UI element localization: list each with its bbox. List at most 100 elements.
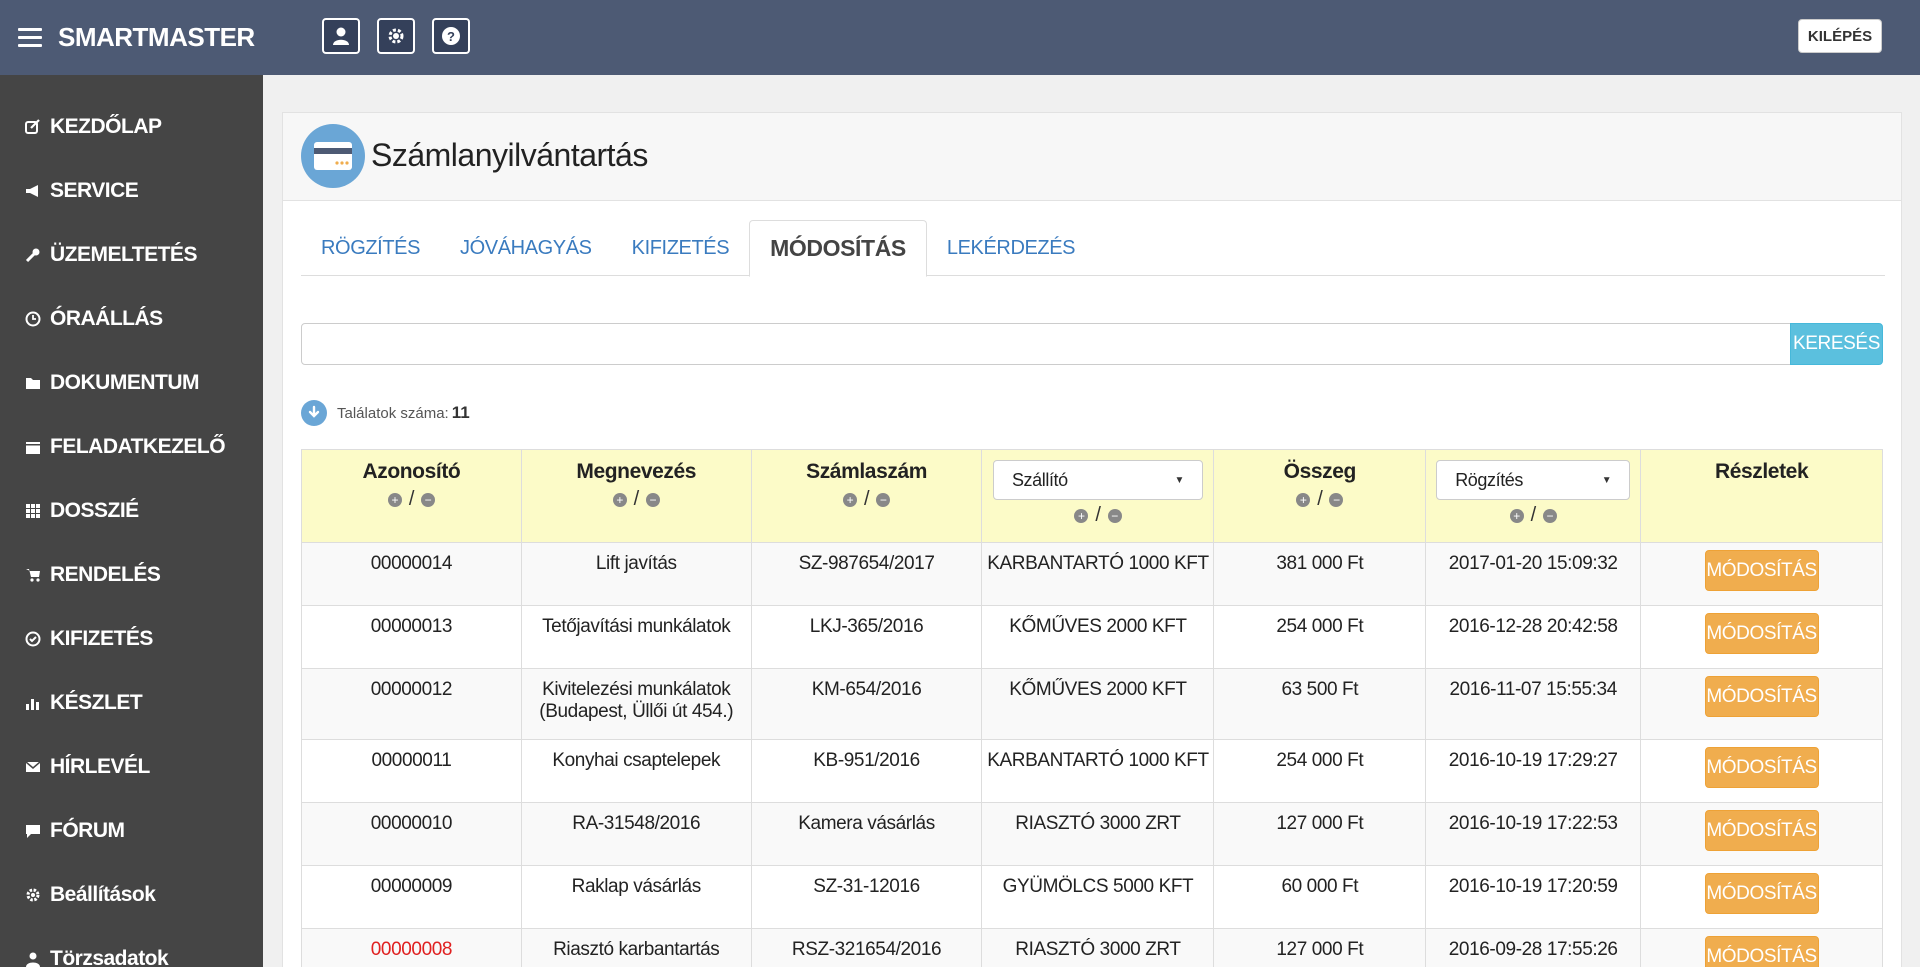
tab[interactable]: KIFIZETÉS [612, 220, 750, 276]
tab[interactable]: LEKÉRDEZÉS [927, 220, 1095, 276]
sidebar-item[interactable]: FÓRUM [0, 799, 263, 863]
sidebar-item[interactable]: ÓRAÁLLÁS [0, 287, 263, 351]
sort-controls: + / − [302, 488, 521, 511]
search-input[interactable] [301, 323, 1791, 365]
modify-button[interactable]: MÓDOSÍTÁS [1704, 550, 1819, 591]
sidebar-item-label: SERVICE [50, 179, 139, 202]
user-profile-button[interactable] [322, 18, 360, 54]
cell-id: 00000013 [301, 605, 522, 669]
sort-asc-icon[interactable]: + [842, 492, 857, 507]
cell-name: Raklap vásárlás [520, 865, 752, 929]
cell-name: Riasztó karbantartás [520, 928, 752, 967]
chevron-down-icon: ▼ [1601, 474, 1612, 486]
table-row: 00000011 Konyhai csaptelepek KB-951/2016 KA… [301, 739, 1883, 803]
sidebar-item[interactable]: DOKUMENTUM [0, 351, 263, 415]
sidebar-item[interactable]: FELADATKEZELŐ [0, 415, 263, 479]
cell-name: Lift javítás [520, 542, 752, 606]
tab[interactable]: RÖGZÍTÉS [301, 220, 440, 276]
sidebar-item[interactable]: Törzsadatok [0, 927, 263, 967]
sort-desc-icon[interactable]: − [1542, 508, 1557, 523]
cell-invoice: Kamera vásárlás [750, 802, 983, 866]
modify-button[interactable]: MÓDOSÍTÁS [1704, 747, 1819, 788]
cell-id: 00000012 [301, 668, 522, 740]
cell-amount: 254 000 Ft [1213, 605, 1427, 669]
sort-desc-icon[interactable]: − [1107, 508, 1122, 523]
sort-asc-icon[interactable]: + [1296, 492, 1311, 507]
tab[interactable]: JÓVÁHAGYÁS [440, 220, 612, 276]
invoice-table: Azonosító + / − Megnevezés + / − Számlaszám … [301, 449, 1883, 967]
sort-asc-icon[interactable]: + [387, 492, 402, 507]
sidebar-item[interactable]: HÍRLEVÉL [0, 735, 263, 799]
cell-supplier: KŐMŰVES 2000 KFT [981, 668, 1215, 740]
envelope-icon [24, 758, 42, 776]
cell-recorded: 2016-10-19 17:22:53 [1425, 802, 1642, 866]
logout-button[interactable]: KILÉPÉS [1798, 19, 1882, 53]
modify-button[interactable]: MÓDOSÍTÁS [1704, 676, 1819, 717]
top-bar: SMARTMASTER ? KILÉPÉS [0, 0, 1920, 75]
sort-desc-icon[interactable]: − [645, 492, 660, 507]
modify-button[interactable]: MÓDOSÍTÁS [1704, 613, 1819, 654]
folder-icon [24, 374, 42, 392]
modify-button[interactable]: MÓDOSÍTÁS [1704, 936, 1819, 967]
sidebar-item-label: Beállítások [50, 883, 156, 906]
supplier-filter-select[interactable]: Szállító ▼ [992, 460, 1203, 500]
cell-name-line: Kivitelezési munkálatok [542, 679, 731, 700]
sort-asc-icon[interactable]: + [612, 492, 627, 507]
cell-details: MÓDOSÍTÁS [1640, 739, 1883, 803]
modify-button[interactable]: MÓDOSÍTÁS [1704, 873, 1819, 914]
column-header-amount: Összeg + / − [1213, 449, 1427, 543]
page-header: Számlanyilvántartás [283, 113, 1901, 201]
cell-id: 00000014 [301, 542, 522, 606]
sidebar-item-label: DOSSZIÉ [50, 499, 139, 522]
help-button[interactable]: ? [432, 18, 470, 54]
cell-invoice: SZ-31-12016 [750, 865, 983, 929]
sidebar-item-label: RENDELÉS [50, 563, 161, 586]
sidebar-item[interactable]: Beállítások [0, 863, 263, 927]
tab[interactable]: MÓDOSÍTÁS [749, 220, 927, 277]
cell-id: 00000009 [301, 865, 522, 929]
cell-invoice: LKJ-365/2016 [750, 605, 983, 669]
sidebar-item[interactable]: SERVICE [0, 159, 263, 223]
wrench-icon [24, 246, 42, 264]
cell-recorded: 2017-01-20 15:09:32 [1425, 542, 1642, 606]
sidebar-item[interactable]: DOSSZIÉ [0, 479, 263, 543]
modify-button[interactable]: MÓDOSÍTÁS [1704, 810, 1819, 851]
sort-asc-icon[interactable]: + [1509, 508, 1524, 523]
cell-id: 00000010 [301, 802, 522, 866]
cell-recorded: 2016-10-19 17:29:27 [1425, 739, 1642, 803]
sort-asc-icon[interactable]: + [1074, 508, 1089, 523]
sidebar-item[interactable]: ÜZEMELTETÉS [0, 223, 263, 287]
main-panel: Számlanyilvántartás RÖGZÍTÉS JÓVÁHAGYÁS KI… [282, 112, 1902, 967]
sidebar-item-label: KEZDŐLAP [50, 115, 162, 138]
comment-icon [24, 822, 42, 840]
credit-card-icon [301, 124, 365, 188]
sort-desc-icon[interactable]: − [1329, 492, 1344, 507]
sort-desc-icon[interactable]: − [420, 492, 435, 507]
download-icon[interactable] [301, 400, 327, 426]
chevron-down-icon: ▼ [1174, 474, 1184, 486]
clock-icon [24, 310, 42, 328]
sidebar-item[interactable]: KIFIZETÉS [0, 607, 263, 671]
cell-supplier: KŐMŰVES 2000 KFT [981, 605, 1215, 669]
cell-details: MÓDOSÍTÁS [1640, 668, 1883, 740]
user-icon [24, 950, 42, 967]
cell-name: Kivitelezési munkálatok (Budapest, Üllői … [520, 668, 752, 740]
tab-bar: RÖGZÍTÉS JÓVÁHAGYÁS KIFIZETÉS MÓDOSÍTÁS LEKÉ… [301, 220, 1885, 277]
sort-controls: + / − [982, 504, 1213, 527]
sidebar-item[interactable]: KEZDŐLAP [0, 95, 263, 159]
recorded-filter-select[interactable]: Rögzítés ▼ [1436, 460, 1631, 500]
cell-name-line: Riasztó karbantartás [553, 939, 720, 960]
cell-supplier: RIASZTÓ 3000 ZRT [981, 928, 1215, 967]
menu-toggle-icon[interactable] [18, 28, 42, 48]
cell-amount: 127 000 Ft [1213, 928, 1427, 967]
sidebar-item[interactable]: KÉSZLET [0, 671, 263, 735]
search-button[interactable]: KERESÉS [1790, 323, 1883, 365]
sidebar-item-label: FELADATKEZELŐ [50, 435, 226, 458]
cell-name: RA-31548/2016 [520, 802, 752, 866]
cell-recorded: 2016-11-07 15:55:34 [1425, 668, 1642, 740]
cell-amount: 127 000 Ft [1213, 802, 1427, 866]
sidebar-item[interactable]: RENDELÉS [0, 543, 263, 607]
settings-button[interactable] [377, 18, 415, 54]
sort-desc-icon[interactable]: − [876, 492, 891, 507]
sidebar-item-label: KÉSZLET [50, 691, 143, 714]
